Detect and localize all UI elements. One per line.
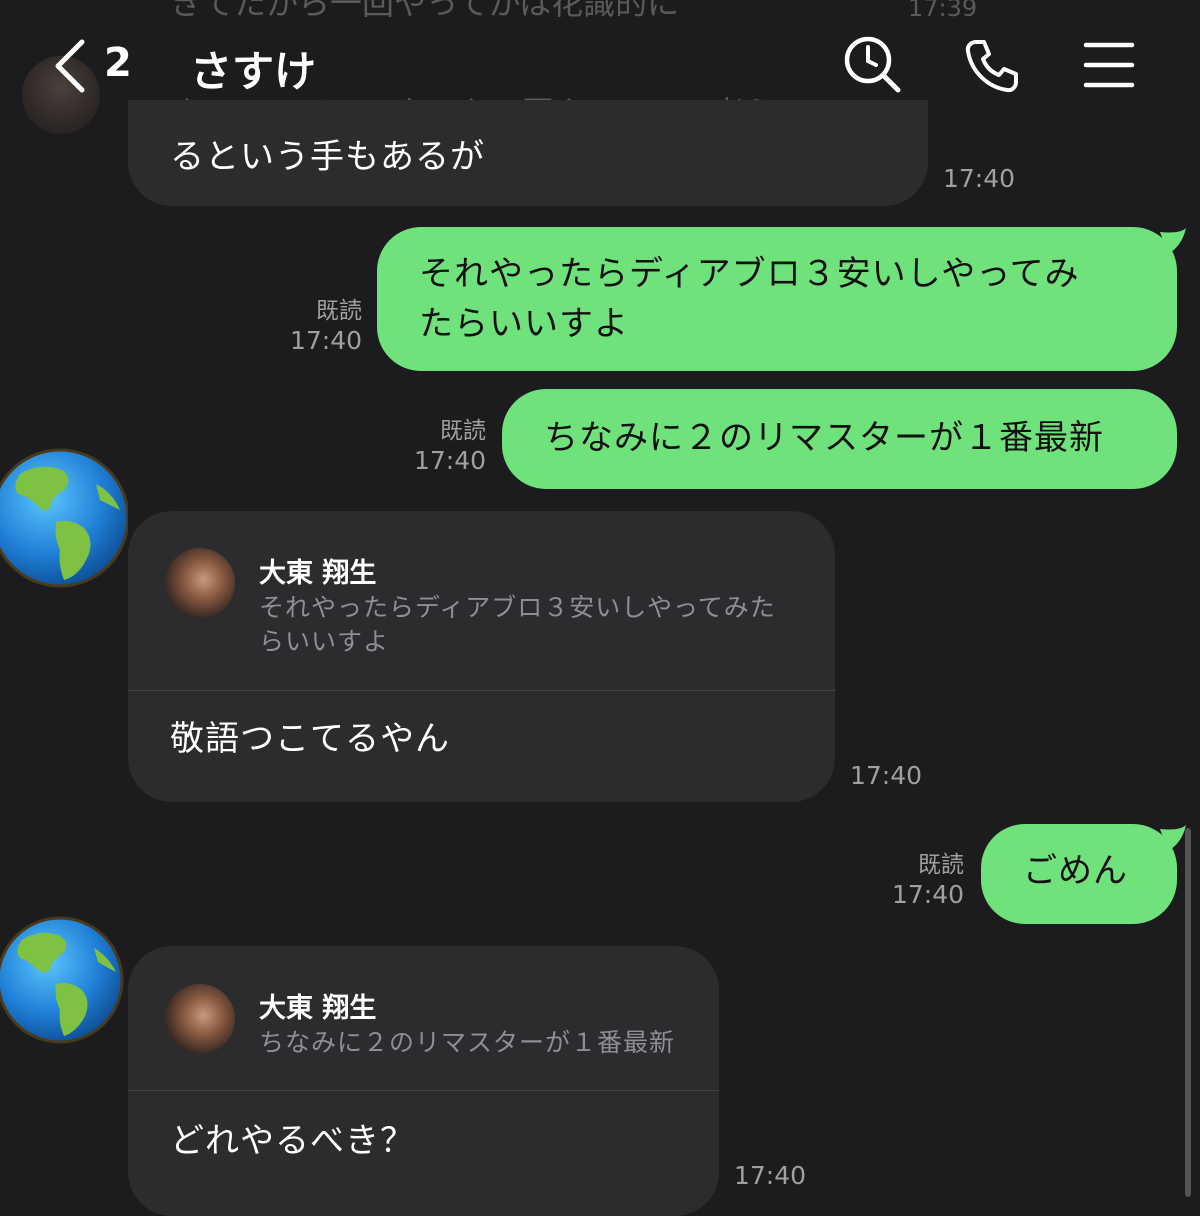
outgoing-message-bubble[interactable]: ちなみに２のリマスターが１番最新 xyxy=(502,389,1177,489)
quoted-text: それやったらディアブロ３安いしやってみた xyxy=(259,593,776,622)
message-text: ちなみに２のリマスターが１番最新 xyxy=(544,418,1104,458)
scrollbar[interactable] xyxy=(1185,828,1191,1197)
incoming-reply-bubble[interactable]: 大東 翔生 それやったらディアブロ３安いしやってみた らいいすよ 敬語つこてるや… xyxy=(128,511,835,802)
search-in-chat-button[interactable] xyxy=(842,34,902,94)
chevron-left-icon xyxy=(55,39,85,93)
message-time: 17:40 xyxy=(943,164,1016,193)
message-time: 17:40 xyxy=(850,761,923,790)
phone-icon xyxy=(965,40,1018,93)
chat-title[interactable]: さすけ xyxy=(190,38,316,99)
message-text: それやったらディアブロ３安いしやってみ xyxy=(419,254,1080,294)
outgoing-message-bubble[interactable]: それやったらディアブロ３安いしやってみ たらいいすよ xyxy=(377,227,1177,371)
quoted-sender-name: 大東 翔生 xyxy=(259,993,377,1024)
quoted-text: らいいすよ xyxy=(259,627,390,656)
menu-icon xyxy=(1083,42,1135,88)
incoming-reply-bubble[interactable]: 大東 翔生 ちなみに２のリマスターが１番最新 どれやるべき？ xyxy=(128,946,719,1216)
menu-button[interactable] xyxy=(1083,40,1135,90)
read-receipt: 既読 xyxy=(918,852,964,878)
message-meta: 既読 17:40 xyxy=(874,850,964,910)
sender-avatar[interactable] xyxy=(0,444,130,592)
read-receipt: 既読 xyxy=(440,418,486,444)
message-meta: 既読 17:40 xyxy=(272,296,362,356)
message-text: ごめん xyxy=(1023,851,1128,891)
message-time: 17:40 xyxy=(413,446,486,475)
bubble-tail xyxy=(1160,228,1186,254)
message-time: 17:40 xyxy=(891,880,964,909)
back-unread-count: 2 xyxy=(104,40,132,86)
outgoing-message-bubble[interactable]: ごめん xyxy=(981,824,1177,924)
read-receipt: 既読 xyxy=(316,298,362,324)
message-time: 17:40 xyxy=(734,1161,807,1190)
message-time: 17:40 xyxy=(289,326,362,355)
quoted-sender-avatar xyxy=(165,548,235,618)
incoming-message-bubble[interactable]: るという手もあるが xyxy=(128,100,928,206)
message-text: たらいいすよ xyxy=(419,304,629,344)
message-text: るという手もあるが xyxy=(170,137,485,177)
quote-divider xyxy=(128,1090,719,1091)
back-button[interactable]: 2 xyxy=(52,36,142,96)
quoted-sender-name: 大東 翔生 xyxy=(259,558,377,589)
globe-icon xyxy=(0,448,130,588)
globe-icon xyxy=(0,916,124,1044)
quoted-sender-avatar xyxy=(165,984,235,1054)
message-text: どれやるべき？ xyxy=(170,1121,415,1161)
message-text: 敬語つこてるやん xyxy=(170,719,450,759)
search-icon xyxy=(844,36,901,93)
message-meta: 既読 17:40 xyxy=(396,416,486,476)
quote-divider xyxy=(128,690,835,691)
sender-avatar[interactable] xyxy=(0,906,128,1054)
call-button[interactable] xyxy=(962,36,1022,96)
quoted-text: ちなみに２のリマスターが１番最新 xyxy=(259,1028,676,1057)
